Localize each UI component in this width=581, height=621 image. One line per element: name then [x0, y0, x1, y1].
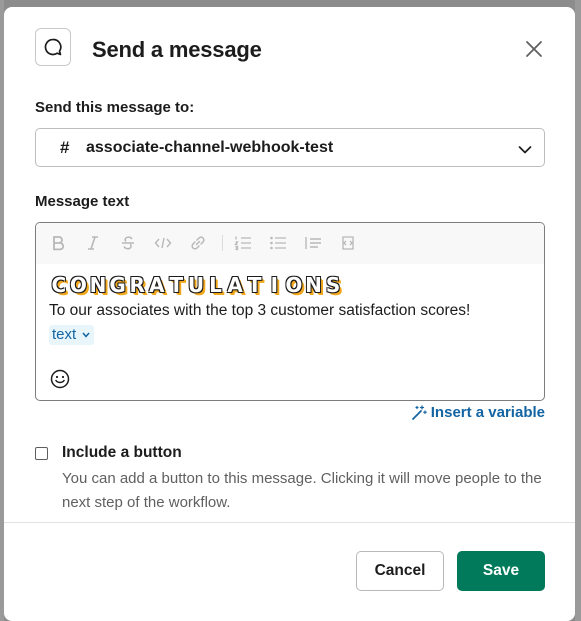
close-icon[interactable]	[522, 37, 546, 61]
bulleted-list-icon[interactable]	[269, 234, 287, 252]
recipient-label: Send this message to:	[35, 99, 195, 116]
blockquote-icon[interactable]	[304, 234, 322, 252]
strikethrough-icon[interactable]	[119, 234, 137, 252]
channel-select[interactable]: # associate-channel-webhook-test	[35, 128, 545, 167]
emoji-letter: G	[109, 273, 126, 297]
code-block-icon[interactable]	[339, 234, 357, 252]
variable-chip[interactable]: text	[49, 325, 95, 345]
message-editor[interactable]: C O N G R A T U L A T I O N S To our ass…	[35, 222, 545, 401]
chat-bubble-icon	[35, 28, 71, 66]
emoji-letter: N	[89, 273, 107, 297]
message-label: Message text	[35, 193, 130, 210]
emoji-letter: U	[187, 273, 205, 297]
emoji-letter: O	[285, 273, 303, 297]
emoji-letter: N	[305, 273, 322, 297]
code-icon[interactable]	[154, 234, 172, 252]
ordered-list-icon[interactable]	[234, 234, 252, 252]
emoji-letter: T	[247, 273, 262, 297]
chevron-down-icon	[82, 332, 90, 338]
include-button-description: You can add a button to this message. Cl…	[62, 470, 542, 511]
save-button[interactable]: Save	[457, 551, 545, 591]
dialog-title: Send a message	[92, 37, 262, 62]
formatting-toolbar	[36, 223, 544, 264]
italic-icon[interactable]	[84, 234, 102, 252]
include-button-checkbox[interactable]	[35, 447, 48, 460]
send-message-dialog: Send a message Send this message to: # a…	[4, 7, 575, 621]
toolbar-divider	[222, 235, 223, 251]
chevron-down-icon	[518, 142, 532, 160]
variable-chip-label: text	[52, 326, 77, 343]
emoji-letter: I	[270, 273, 279, 297]
emoji-letter: A	[227, 273, 243, 297]
hash-icon: #	[60, 138, 70, 157]
include-button-label[interactable]: Include a button	[62, 444, 182, 462]
channel-select-value: associate-channel-webhook-test	[86, 139, 334, 156]
insert-variable-label: Insert a variable	[430, 404, 545, 421]
footer-divider	[4, 522, 575, 523]
backdrop-right	[575, 0, 581, 621]
smiley-icon[interactable]	[49, 368, 71, 390]
emoji-letter: L	[209, 273, 222, 297]
insert-variable-link[interactable]: Insert a variable	[411, 404, 545, 421]
emoji-letter: R	[129, 273, 145, 297]
congratulations-emoji-banner: C O N G R A T U L A T I O N S	[50, 273, 342, 297]
link-icon[interactable]	[189, 234, 207, 252]
emoji-letter: A	[149, 273, 165, 297]
emoji-letter: S	[325, 273, 341, 297]
magic-wand-icon	[411, 404, 427, 420]
emoji-letter: T	[169, 273, 184, 297]
emoji-letter: O	[69, 273, 87, 297]
cancel-button[interactable]: Cancel	[356, 551, 444, 591]
emoji-letter: C	[51, 273, 67, 297]
message-body-text: To our associates with the top 3 custome…	[49, 302, 471, 319]
bold-icon[interactable]	[49, 234, 67, 252]
